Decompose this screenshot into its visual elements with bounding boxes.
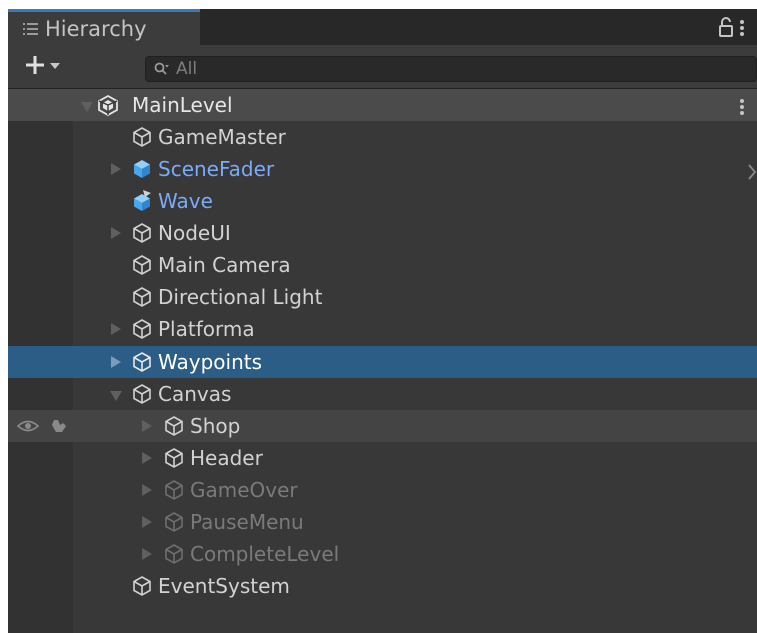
gameobject-cube-icon [165, 480, 183, 500]
expand-arrow-icon[interactable] [142, 516, 152, 528]
panel-menu-kebab-icon[interactable] [739, 19, 745, 37]
scene-row[interactable]: MainLevel [8, 89, 757, 121]
tree-row-label: Main Camera [158, 253, 291, 277]
hierarchy-toolbar [8, 45, 757, 89]
tree-row-canvas[interactable]: Canvas [8, 378, 757, 410]
gameobject-cube-icon [133, 384, 151, 404]
scene-name: MainLevel [132, 93, 233, 117]
gameobject-cube-icon [133, 255, 151, 275]
gameobject-cube-icon [133, 319, 151, 339]
tree-row-label: GameOver [190, 478, 298, 502]
pickable-hand-icon[interactable] [52, 420, 66, 432]
visibility-eye-icon[interactable] [16, 420, 40, 432]
tree-row-scenefader[interactable]: SceneFader [8, 153, 757, 185]
expand-arrow-icon[interactable] [111, 227, 121, 239]
tree-row-label: Directional Light [158, 285, 323, 309]
unity-scene-icon [98, 94, 118, 116]
prefab-variant-icon [134, 190, 151, 211]
tree-row-platforma[interactable]: Platforma [8, 313, 757, 345]
gameobject-cube-icon [133, 127, 151, 147]
tree-row-eventsystem[interactable]: EventSystem [8, 570, 757, 602]
expand-arrow-icon[interactable] [111, 356, 121, 368]
tree-row-label: Waypoints [158, 350, 263, 374]
tree-row-nodeui[interactable]: NodeUI [8, 217, 757, 249]
gameobject-cube-icon [133, 576, 151, 596]
open-prefab-chevron-icon[interactable] [747, 163, 757, 181]
gameobject-cube-icon [165, 544, 183, 564]
expand-arrow-icon[interactable] [111, 323, 121, 335]
hierarchy-panel: Hierarchy All MainLevel GameMaster Scene… [8, 9, 757, 633]
expand-arrow-icon[interactable] [142, 548, 152, 560]
expand-arrow-icon[interactable] [142, 452, 152, 464]
search-filter-icon [154, 62, 169, 75]
gameobject-cube-icon [133, 223, 151, 243]
visibility-picking-toggles [16, 420, 66, 432]
search-input[interactable] [176, 59, 736, 79]
tree-row-label: SceneFader [158, 157, 275, 181]
expand-arrow-icon[interactable] [142, 484, 152, 496]
tree-row-label: GameMaster [158, 125, 286, 149]
gameobject-cube-icon [133, 287, 151, 307]
tree-row-label: PauseMenu [190, 510, 304, 534]
expand-arrow-icon[interactable] [142, 420, 152, 432]
tree-row-label: Platforma [158, 317, 255, 341]
add-dropdown-caret-icon[interactable] [50, 63, 60, 69]
tree-row-directional-light[interactable]: Directional Light [8, 281, 757, 313]
gameobject-cube-icon [165, 512, 183, 532]
tree-row-header[interactable]: Header [8, 442, 757, 474]
gameobject-cube-icon [165, 416, 183, 436]
lock-icon[interactable] [719, 17, 733, 37]
prefab-cube-icon [134, 160, 150, 178]
tree-row-label: NodeUI [158, 221, 231, 245]
tab-hierarchy[interactable]: Hierarchy [8, 9, 200, 45]
tree-row-label: EventSystem [158, 574, 290, 598]
expand-arrow-icon[interactable] [111, 163, 121, 175]
tree-row-label: Shop [190, 414, 241, 438]
add-plus-icon[interactable] [25, 55, 45, 75]
tree-row-gameover[interactable]: GameOver [8, 474, 757, 506]
tree-row-main-camera[interactable]: Main Camera [8, 249, 757, 281]
tree-row-label: Wave [158, 189, 213, 213]
expand-arrow-icon[interactable] [81, 102, 93, 114]
gameobject-cube-icon [133, 352, 151, 372]
tab-title: Hierarchy [45, 17, 147, 41]
collapse-arrow-icon[interactable] [110, 391, 122, 403]
tree-row-gamemaster[interactable]: GameMaster [8, 121, 757, 153]
screenshot-frame: Hierarchy All MainLevel GameMaster Scene… [0, 0, 757, 633]
tab-bar: Hierarchy [8, 9, 757, 45]
tree-row-pausemenu[interactable]: PauseMenu [8, 506, 757, 538]
gameobject-cube-icon [165, 448, 183, 468]
tree-row-label: Header [190, 446, 263, 470]
scene-menu-kebab-icon[interactable] [739, 98, 745, 116]
tree-row-waypoints[interactable]: Waypoints [8, 346, 757, 378]
tree-row-shop[interactable]: Shop [8, 410, 757, 442]
tree-row-label: Canvas [158, 382, 232, 406]
search-box[interactable] [145, 56, 757, 82]
tree-row-wave[interactable]: Wave [8, 185, 757, 217]
hierarchy-list-icon [23, 23, 38, 35]
tree-row-completelevel[interactable]: CompleteLevel [8, 538, 757, 570]
tree-row-label: CompleteLevel [190, 542, 340, 566]
